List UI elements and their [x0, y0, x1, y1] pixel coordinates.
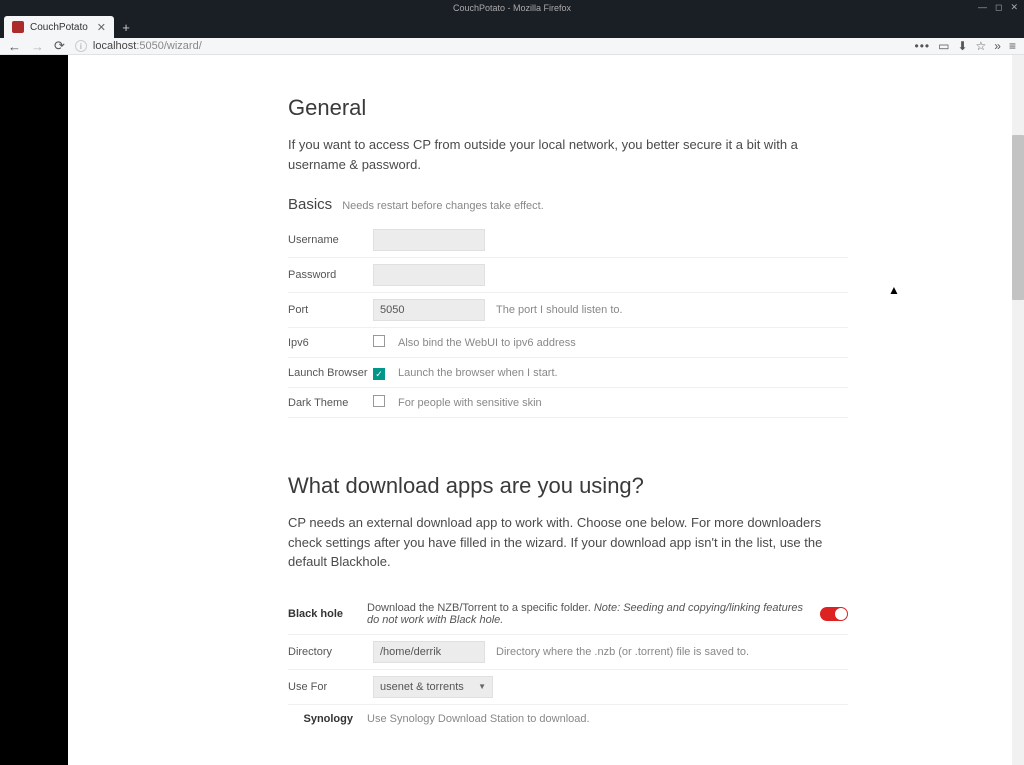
tab-strip: CouchPotato ✕ +: [0, 16, 1024, 38]
page-content: General If you want to access CP from ou…: [68, 55, 1024, 765]
usefor-select[interactable]: usenet & torrents ▼: [373, 676, 493, 698]
section-heading-downloaders: What download apps are you using?: [288, 473, 848, 499]
window-titlebar: CouchPotato - Mozilla Firefox — ◻ ✕: [0, 0, 1024, 16]
tab-close-icon[interactable]: ✕: [97, 21, 106, 34]
blackhole-desc: Download the NZB/Torrent to a specific f…: [367, 602, 806, 626]
back-button[interactable]: ←: [8, 39, 21, 54]
address-bar[interactable]: i localhost:5050/wizard/: [75, 40, 905, 52]
reader-icon[interactable]: ▭: [938, 39, 949, 53]
usefor-label: Use For: [288, 681, 373, 693]
username-input[interactable]: [373, 229, 485, 251]
favicon-icon: [12, 21, 24, 33]
ipv6-desc: Also bind the WebUI to ipv6 address: [398, 337, 576, 349]
window-maximize-icon[interactable]: ◻: [995, 2, 1002, 13]
dark-label: Dark Theme: [288, 397, 373, 409]
launch-label: Launch Browser: [288, 367, 373, 379]
launch-checkbox[interactable]: [373, 368, 385, 380]
dark-checkbox[interactable]: [373, 395, 385, 407]
synology-name: Synology: [288, 713, 353, 725]
url-host: localhost: [93, 40, 136, 52]
new-tab-button[interactable]: +: [114, 16, 138, 38]
reload-button[interactable]: ⟳: [54, 38, 65, 54]
general-description: If you want to access CP from outside yo…: [288, 135, 848, 174]
pocket-icon[interactable]: ⬇: [957, 39, 967, 53]
bookmark-icon[interactable]: ☆: [976, 39, 987, 53]
mouse-cursor-icon: ▲: [888, 283, 900, 297]
browser-toolbar: ← → ⟳ i localhost:5050/wizard/ ••• ▭ ⬇ ☆…: [0, 38, 1024, 55]
scrollbar-thumb[interactable]: [1012, 135, 1024, 300]
port-input[interactable]: [373, 299, 485, 321]
downloaders-description: CP needs an external download app to wor…: [288, 513, 848, 572]
page-actions-icon[interactable]: •••: [915, 39, 931, 53]
password-input[interactable]: [373, 264, 485, 286]
directory-input[interactable]: [373, 641, 485, 663]
basics-hint: Needs restart before changes take effect…: [342, 200, 544, 212]
ipv6-label: Ipv6: [288, 337, 373, 349]
ipv6-checkbox[interactable]: [373, 335, 385, 347]
browser-tab[interactable]: CouchPotato ✕: [4, 16, 114, 38]
usefor-value: usenet & torrents: [380, 681, 464, 693]
forward-button[interactable]: →: [31, 39, 44, 54]
site-info-icon[interactable]: i: [75, 40, 87, 52]
port-desc: The port I should listen to.: [496, 304, 623, 316]
downloader-blackhole: Black hole Download the NZB/Torrent to a…: [288, 594, 848, 635]
launch-desc: Launch the browser when I start.: [398, 367, 558, 379]
chevron-down-icon: ▼: [478, 682, 486, 691]
menu-icon[interactable]: ≡: [1009, 39, 1016, 53]
password-label: Password: [288, 269, 373, 281]
window-minimize-icon[interactable]: —: [978, 2, 987, 13]
username-label: Username: [288, 234, 373, 246]
blackhole-toggle[interactable]: [820, 607, 848, 621]
directory-desc: Directory where the .nzb (or .torrent) f…: [496, 646, 749, 658]
port-label: Port: [288, 304, 373, 316]
dark-desc: For people with sensitive skin: [398, 397, 542, 409]
section-heading-general: General: [288, 95, 848, 121]
synology-desc: Use Synology Download Station to downloa…: [367, 713, 590, 725]
url-path: :5050/wizard/: [136, 40, 201, 52]
left-gutter: [0, 55, 68, 765]
overflow-icon[interactable]: »: [994, 39, 1001, 53]
basics-label: Basics: [288, 196, 332, 213]
directory-label: Directory: [288, 646, 373, 658]
window-close-icon[interactable]: ✕: [1010, 2, 1018, 13]
downloader-synology: Synology Use Synology Download Station t…: [288, 705, 848, 725]
tab-title: CouchPotato: [30, 22, 88, 33]
window-title: CouchPotato - Mozilla Firefox: [453, 3, 571, 13]
blackhole-name: Black hole: [288, 608, 353, 620]
